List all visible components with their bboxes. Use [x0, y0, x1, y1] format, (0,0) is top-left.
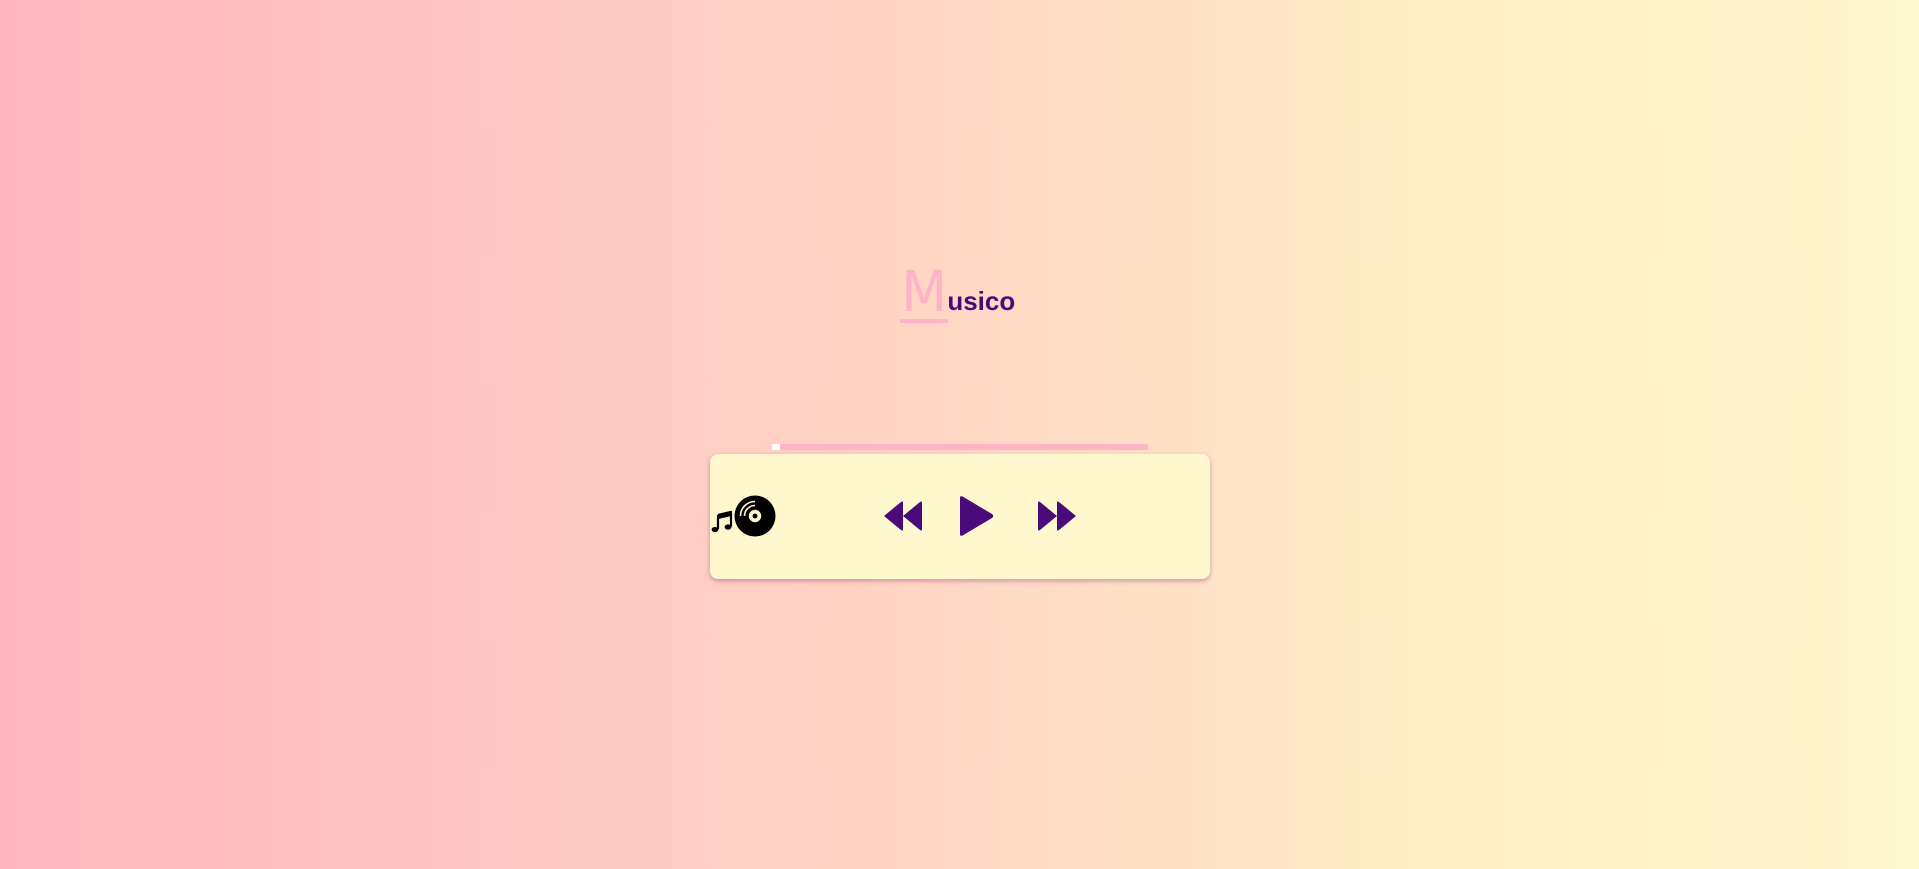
play-button[interactable]	[956, 492, 996, 540]
progress-bar[interactable]	[772, 444, 1148, 450]
logo-text: usico	[947, 286, 1016, 316]
next-button[interactable]	[1032, 492, 1080, 540]
logo-initial: M	[901, 260, 947, 325]
playback-controls	[880, 492, 1080, 540]
app-logo: M usico	[900, 260, 1016, 325]
play-icon	[960, 496, 994, 536]
vinyl-disc-icon	[734, 495, 776, 537]
previous-button[interactable]	[880, 492, 928, 540]
player-card	[710, 454, 1210, 579]
progress-fill	[772, 444, 780, 450]
fast-forward-icon	[1038, 501, 1076, 531]
logo-underline	[900, 319, 949, 323]
music-note-icon	[710, 510, 734, 534]
rewind-icon	[884, 501, 922, 531]
logo-initial-wrap: M	[900, 260, 949, 325]
